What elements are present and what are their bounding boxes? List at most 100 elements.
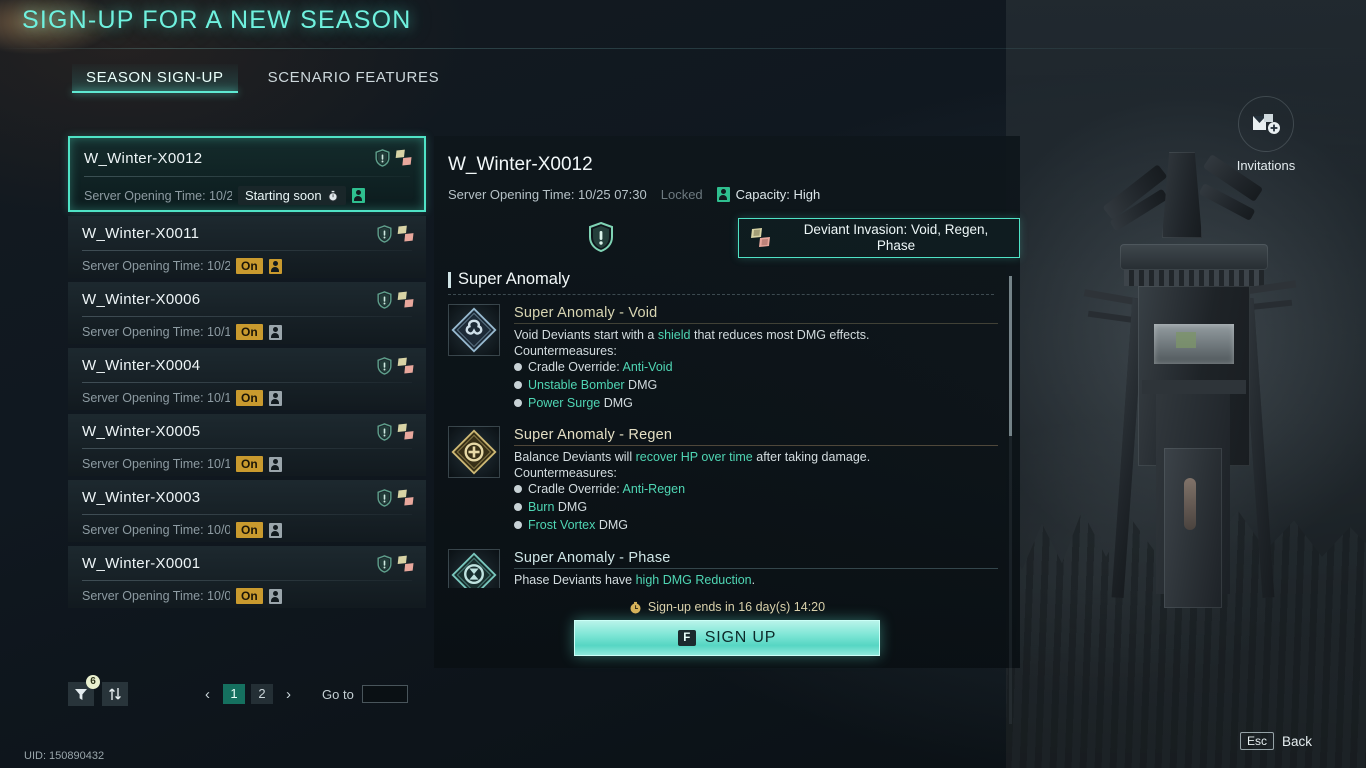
server-meta: Server Opening Time: 10/04 07:30 On bbox=[82, 522, 282, 538]
countermeasure-highlight: Power Surge bbox=[528, 396, 601, 411]
server-list[interactable]: W_Winter-X0012 Server Opening Time: 10/25… bbox=[68, 136, 426, 668]
status-badge: On bbox=[236, 522, 263, 538]
goto-label: Go to bbox=[322, 686, 354, 702]
sort-icon bbox=[109, 688, 121, 700]
shield-icon bbox=[377, 489, 392, 507]
scrollbar-thumb[interactable] bbox=[1009, 276, 1012, 436]
server-opening-time: Server Opening Time: 10/04 07:30 bbox=[82, 523, 230, 537]
detail-subinfo: Server Opening Time: 10/25 07:30 Locked … bbox=[448, 187, 820, 202]
page-next-button[interactable]: › bbox=[279, 684, 298, 705]
super-anomaly-header: Super Anomaly bbox=[448, 270, 570, 289]
countermeasure-item: Cradle Override: Anti-Regen bbox=[514, 480, 998, 498]
countermeasures-label: Countermeasures: bbox=[514, 343, 617, 358]
capacity-icon bbox=[268, 258, 282, 274]
page-title: SIGN-UP FOR A NEW SEASON bbox=[22, 6, 412, 34]
filter-count-badge: 6 bbox=[86, 675, 100, 689]
goto-input[interactable] bbox=[361, 685, 408, 703]
list-bottom-bar: 6 ‹ 1 2 › Go to bbox=[68, 675, 408, 706]
server-name: W_Winter-X0003 bbox=[82, 489, 201, 506]
shield-icon bbox=[375, 149, 390, 167]
countermeasure-text: Cradle Override: Anti-Regen bbox=[528, 482, 686, 497]
anomaly-entry: Super Anomaly - Regen Balance Deviants wi… bbox=[448, 426, 998, 534]
server-list-item[interactable]: W_Winter-X0003 Server Opening Time: 10/04… bbox=[68, 480, 426, 542]
deviant-invasion-icon bbox=[395, 149, 412, 166]
anomaly-body: Super Anomaly - Void Void Deviants start … bbox=[514, 304, 998, 412]
countermeasure-highlight: Anti-Void bbox=[622, 359, 673, 374]
countermeasure-text: Burn DMG bbox=[528, 500, 588, 515]
anomaly-description: Phase Deviants have high DMG Reduction. bbox=[514, 572, 756, 587]
server-list-item[interactable]: W_Winter-X0006 Server Opening Time: 10/18… bbox=[68, 282, 426, 344]
anomaly-list: Super Anomaly - Void Void Deviants start … bbox=[448, 304, 998, 588]
invitations-button[interactable]: Invitations bbox=[1228, 96, 1304, 173]
deviant-invasion-tag[interactable]: Deviant Invasion: Void, Regen, Phase bbox=[738, 218, 1020, 258]
server-opening-time: Server Opening Time: 10/04 07:30 bbox=[82, 589, 230, 603]
tab-season-signup[interactable]: SEASON SIGN-UP bbox=[72, 64, 238, 93]
goto-page: Go to bbox=[322, 685, 408, 703]
server-list-item[interactable]: W_Winter-X0005 Server Opening Time: 10/11… bbox=[68, 414, 426, 476]
server-name: W_Winter-X0012 bbox=[84, 150, 203, 167]
signup-hotkey: F bbox=[677, 630, 696, 646]
tab-scenario-features[interactable]: SCENARIO FEATURES bbox=[254, 64, 454, 93]
anomaly-regen-icon bbox=[451, 429, 497, 475]
tab-bar: SEASON SIGN-UP SCENARIO FEATURES bbox=[72, 64, 453, 93]
detail-scrollbar[interactable] bbox=[1009, 276, 1012, 724]
esc-key-label: Esc bbox=[1239, 732, 1274, 750]
background-artwork bbox=[1006, 0, 1366, 768]
server-row-divider bbox=[82, 250, 412, 251]
server-meta: Server Opening Time: 10/25 07:30 Starting… bbox=[84, 186, 365, 205]
bullet-icon bbox=[514, 503, 522, 512]
invitations-circle bbox=[1238, 96, 1294, 152]
server-row-divider bbox=[84, 176, 410, 177]
capacity-icon bbox=[268, 588, 282, 604]
anomaly-description: Void Deviants start with a shield that r… bbox=[514, 328, 870, 342]
status-badge: On bbox=[236, 258, 263, 274]
uid-label: UID: 150890432 bbox=[24, 750, 105, 762]
countermeasure-highlight: Burn bbox=[528, 500, 555, 515]
invitations-label: Invitations bbox=[1236, 158, 1296, 173]
server-meta: Server Opening Time: 10/11 07:30 On bbox=[82, 390, 282, 406]
signup-button[interactable]: F SIGN UP bbox=[574, 620, 880, 656]
capacity-icon bbox=[268, 522, 282, 538]
anomaly-entry: Super Anomaly - Void Void Deviants start … bbox=[448, 304, 998, 412]
shield-icon bbox=[377, 555, 392, 573]
anomaly-title: Super Anomaly - Void bbox=[514, 305, 998, 324]
countermeasure-text: Power Surge DMG bbox=[528, 396, 633, 411]
server-row-divider bbox=[82, 448, 412, 449]
filter-button[interactable]: 6 bbox=[68, 675, 100, 706]
page-prev-button[interactable]: ‹ bbox=[198, 684, 217, 705]
server-row-icons bbox=[377, 422, 416, 442]
shield-badge bbox=[588, 221, 614, 253]
deviant-invasion-icon bbox=[397, 357, 414, 374]
anomaly-phase-icon bbox=[451, 551, 497, 588]
section-title: Super Anomaly bbox=[458, 270, 570, 288]
sort-button[interactable] bbox=[102, 682, 128, 706]
anomaly-icon-frame bbox=[448, 548, 500, 588]
server-name: W_Winter-X0004 bbox=[82, 357, 201, 374]
capacity-icon bbox=[268, 324, 282, 340]
shield-icon bbox=[589, 221, 613, 253]
server-list-item[interactable]: W_Winter-X0001 Server Opening Time: 10/04… bbox=[68, 546, 426, 608]
server-meta: Server Opening Time: 10/04 07:30 On bbox=[82, 588, 282, 604]
anomaly-description-highlight: recover HP over time bbox=[635, 450, 753, 465]
server-row-icons bbox=[377, 488, 416, 508]
deviant-invasion-icon bbox=[397, 555, 414, 572]
server-row-icons bbox=[377, 554, 416, 574]
server-row-divider bbox=[82, 316, 412, 317]
server-list-item[interactable]: W_Winter-X0012 Server Opening Time: 10/25… bbox=[68, 136, 426, 212]
countermeasure-item: Burn DMG bbox=[514, 498, 998, 516]
server-list-item[interactable]: W_Winter-X0004 Server Opening Time: 10/11… bbox=[68, 348, 426, 410]
signup-timer-label: Sign-up ends in 16 day(s) 14:20 bbox=[647, 600, 826, 614]
status-badge: On bbox=[236, 390, 263, 406]
anomaly-title: Super Anomaly - Phase bbox=[514, 550, 998, 569]
back-control[interactable]: Esc Back bbox=[1239, 732, 1312, 750]
status-badge: On bbox=[236, 324, 263, 340]
filter-icon bbox=[75, 689, 87, 700]
page-button-2[interactable]: 2 bbox=[251, 684, 273, 704]
anomaly-icon-frame bbox=[448, 426, 500, 479]
page-button-1[interactable]: 1 bbox=[223, 684, 245, 704]
countermeasure-highlight: Frost Vortex bbox=[528, 518, 596, 533]
server-list-item[interactable]: W_Winter-X0011 Server Opening Time: 10/25… bbox=[68, 216, 426, 278]
deviant-invasion-label: Deviant Invasion: Void, Regen, Phase bbox=[803, 221, 989, 253]
shield-icon bbox=[377, 291, 392, 309]
anomaly-icon-frame bbox=[448, 304, 500, 356]
